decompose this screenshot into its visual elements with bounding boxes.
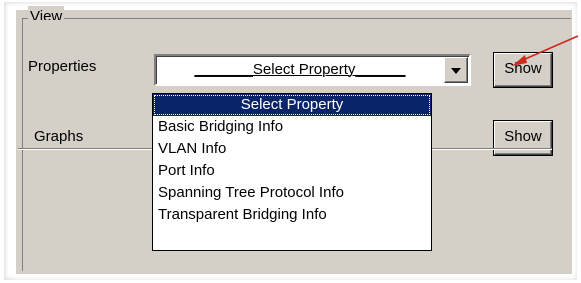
dropdown-option[interactable]: Transparent Bridging Info [153, 204, 431, 226]
property-dropdown-list[interactable]: Select Property Basic Bridging Info VLAN… [152, 93, 432, 251]
properties-show-button[interactable]: Show [494, 53, 552, 87]
select-underline-pre: _______ [194, 61, 253, 78]
dropdown-option[interactable]: Spanning Tree Protocol Info [153, 182, 431, 204]
property-select-value: _______Select Property______ [160, 61, 440, 78]
dropdown-option[interactable]: VLAN Info [153, 138, 431, 160]
dropdown-option[interactable]: Select Property [153, 94, 431, 116]
select-underline-post: ______ [355, 61, 406, 78]
properties-label: Properties [28, 58, 97, 75]
select-value-text: Select Property [252, 61, 356, 78]
dropdown-button[interactable] [444, 57, 468, 83]
graphs-label: Graphs [34, 128, 84, 145]
property-select[interactable]: _______Select Property______ [154, 54, 471, 86]
dropdown-option[interactable]: Port Info [153, 160, 431, 182]
group-title: View [28, 6, 65, 20]
dropdown-option[interactable]: Basic Bridging Info [153, 116, 431, 138]
chevron-down-icon [451, 68, 461, 74]
